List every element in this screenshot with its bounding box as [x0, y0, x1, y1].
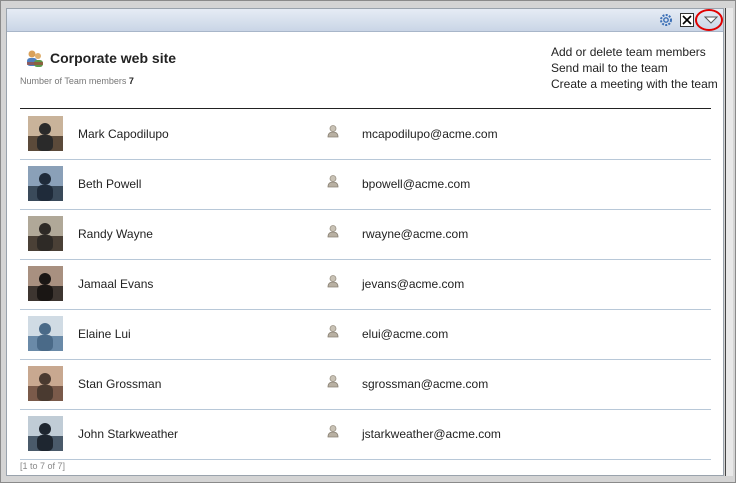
team-title: Corporate web site [50, 50, 177, 66]
member-row: Randy Wayne rwayne@acme.com [20, 209, 711, 260]
team-header: Corporate web site Number of Team member… [7, 31, 723, 109]
pager-status: [1 to 7 of 7] [20, 461, 66, 471]
member-row: Beth Powell bpowell@acme.com [20, 159, 711, 210]
member-row: Stan Grossman sgrossman@acme.com [20, 359, 711, 410]
person-icon[interactable] [326, 224, 340, 238]
member-name[interactable]: Beth Powell [78, 177, 141, 191]
member-email[interactable]: mcapodilupo@acme.com [362, 127, 498, 141]
person-icon[interactable] [326, 424, 340, 438]
add-delete-members-link[interactable]: Add or delete team members [551, 44, 721, 60]
member-count: Number of Team members 7 [20, 76, 134, 86]
team-icon [25, 48, 45, 68]
gear-icon[interactable] [659, 13, 673, 27]
member-email[interactable]: jevans@acme.com [362, 277, 464, 291]
person-icon[interactable] [326, 174, 340, 188]
member-photo[interactable] [28, 116, 63, 151]
person-icon[interactable] [326, 374, 340, 388]
portlet-titlebar [7, 9, 723, 32]
member-row: Mark Capodilupo mcapodilupo@acme.com [20, 109, 711, 160]
member-photo[interactable] [28, 216, 63, 251]
member-email[interactable]: elui@acme.com [362, 327, 448, 341]
person-icon[interactable] [326, 324, 340, 338]
send-mail-link[interactable]: Send mail to the team [551, 60, 721, 76]
member-name[interactable]: Randy Wayne [78, 227, 153, 241]
member-email[interactable]: sgrossman@acme.com [362, 377, 488, 391]
member-row: Elaine Lui elui@acme.com [20, 309, 711, 360]
team-portlet: Corporate web site Number of Team member… [6, 8, 724, 476]
create-meeting-link[interactable]: Create a meeting with the team [551, 76, 721, 92]
member-count-label: Number of Team members [20, 76, 127, 86]
member-photo[interactable] [28, 166, 63, 201]
member-email[interactable]: rwayne@acme.com [362, 227, 468, 241]
window-edge [725, 8, 733, 476]
team-actions: Add or delete team members Send mail to … [551, 44, 721, 92]
member-row: John Starkweather jstarkweather@acme.com [20, 409, 711, 460]
person-icon[interactable] [326, 124, 340, 138]
member-photo[interactable] [28, 266, 63, 301]
member-email[interactable]: bpowell@acme.com [362, 177, 470, 191]
member-row: Jamaal Evans jevans@acme.com [20, 259, 711, 310]
member-email[interactable]: jstarkweather@acme.com [362, 427, 501, 441]
member-name[interactable]: Jamaal Evans [78, 277, 153, 291]
member-photo[interactable] [28, 366, 63, 401]
member-name[interactable]: Mark Capodilupo [78, 127, 169, 141]
member-name[interactable]: Stan Grossman [78, 377, 161, 391]
person-icon[interactable] [326, 274, 340, 288]
close-icon[interactable] [680, 13, 694, 27]
highlight-circle [695, 9, 723, 31]
member-count-value: 7 [128, 76, 134, 86]
member-name[interactable]: Elaine Lui [78, 327, 131, 341]
member-photo[interactable] [28, 316, 63, 351]
member-photo[interactable] [28, 416, 63, 451]
member-name[interactable]: John Starkweather [78, 427, 178, 441]
